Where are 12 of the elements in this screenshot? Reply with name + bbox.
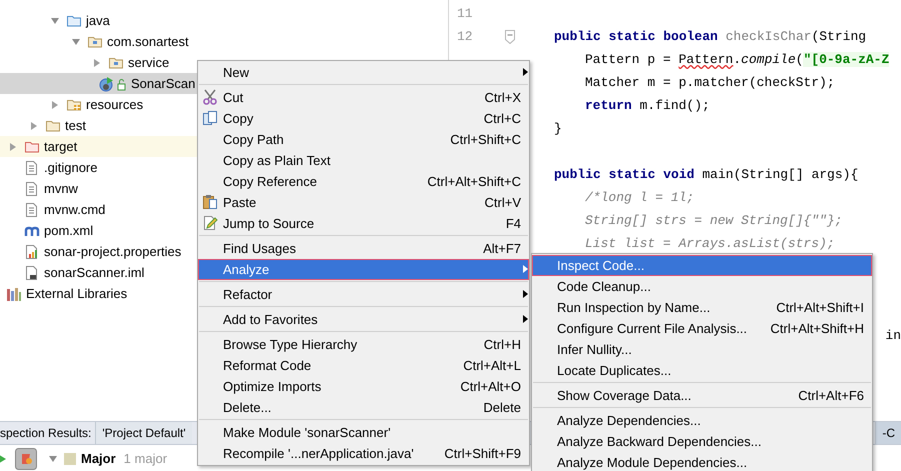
- code-line: return m.find();: [584, 98, 711, 113]
- code-line: List list = Arrays.asList(strs);: [584, 236, 836, 251]
- code-line: in: [885, 328, 901, 343]
- line-number: 11: [456, 6, 474, 21]
- code-line: Matcher m = p.matcher(checkStr);: [584, 75, 836, 90]
- panel-title: spection Results:: [0, 425, 92, 442]
- code-line: public static boolean checkIsChar(String: [553, 29, 868, 44]
- group-count: 1 major: [124, 451, 168, 466]
- group-label: Major: [81, 451, 116, 466]
- code-line: }: [553, 121, 563, 136]
- code-line: public static void main(String[] args){: [553, 167, 860, 182]
- line-number: 12: [456, 29, 474, 44]
